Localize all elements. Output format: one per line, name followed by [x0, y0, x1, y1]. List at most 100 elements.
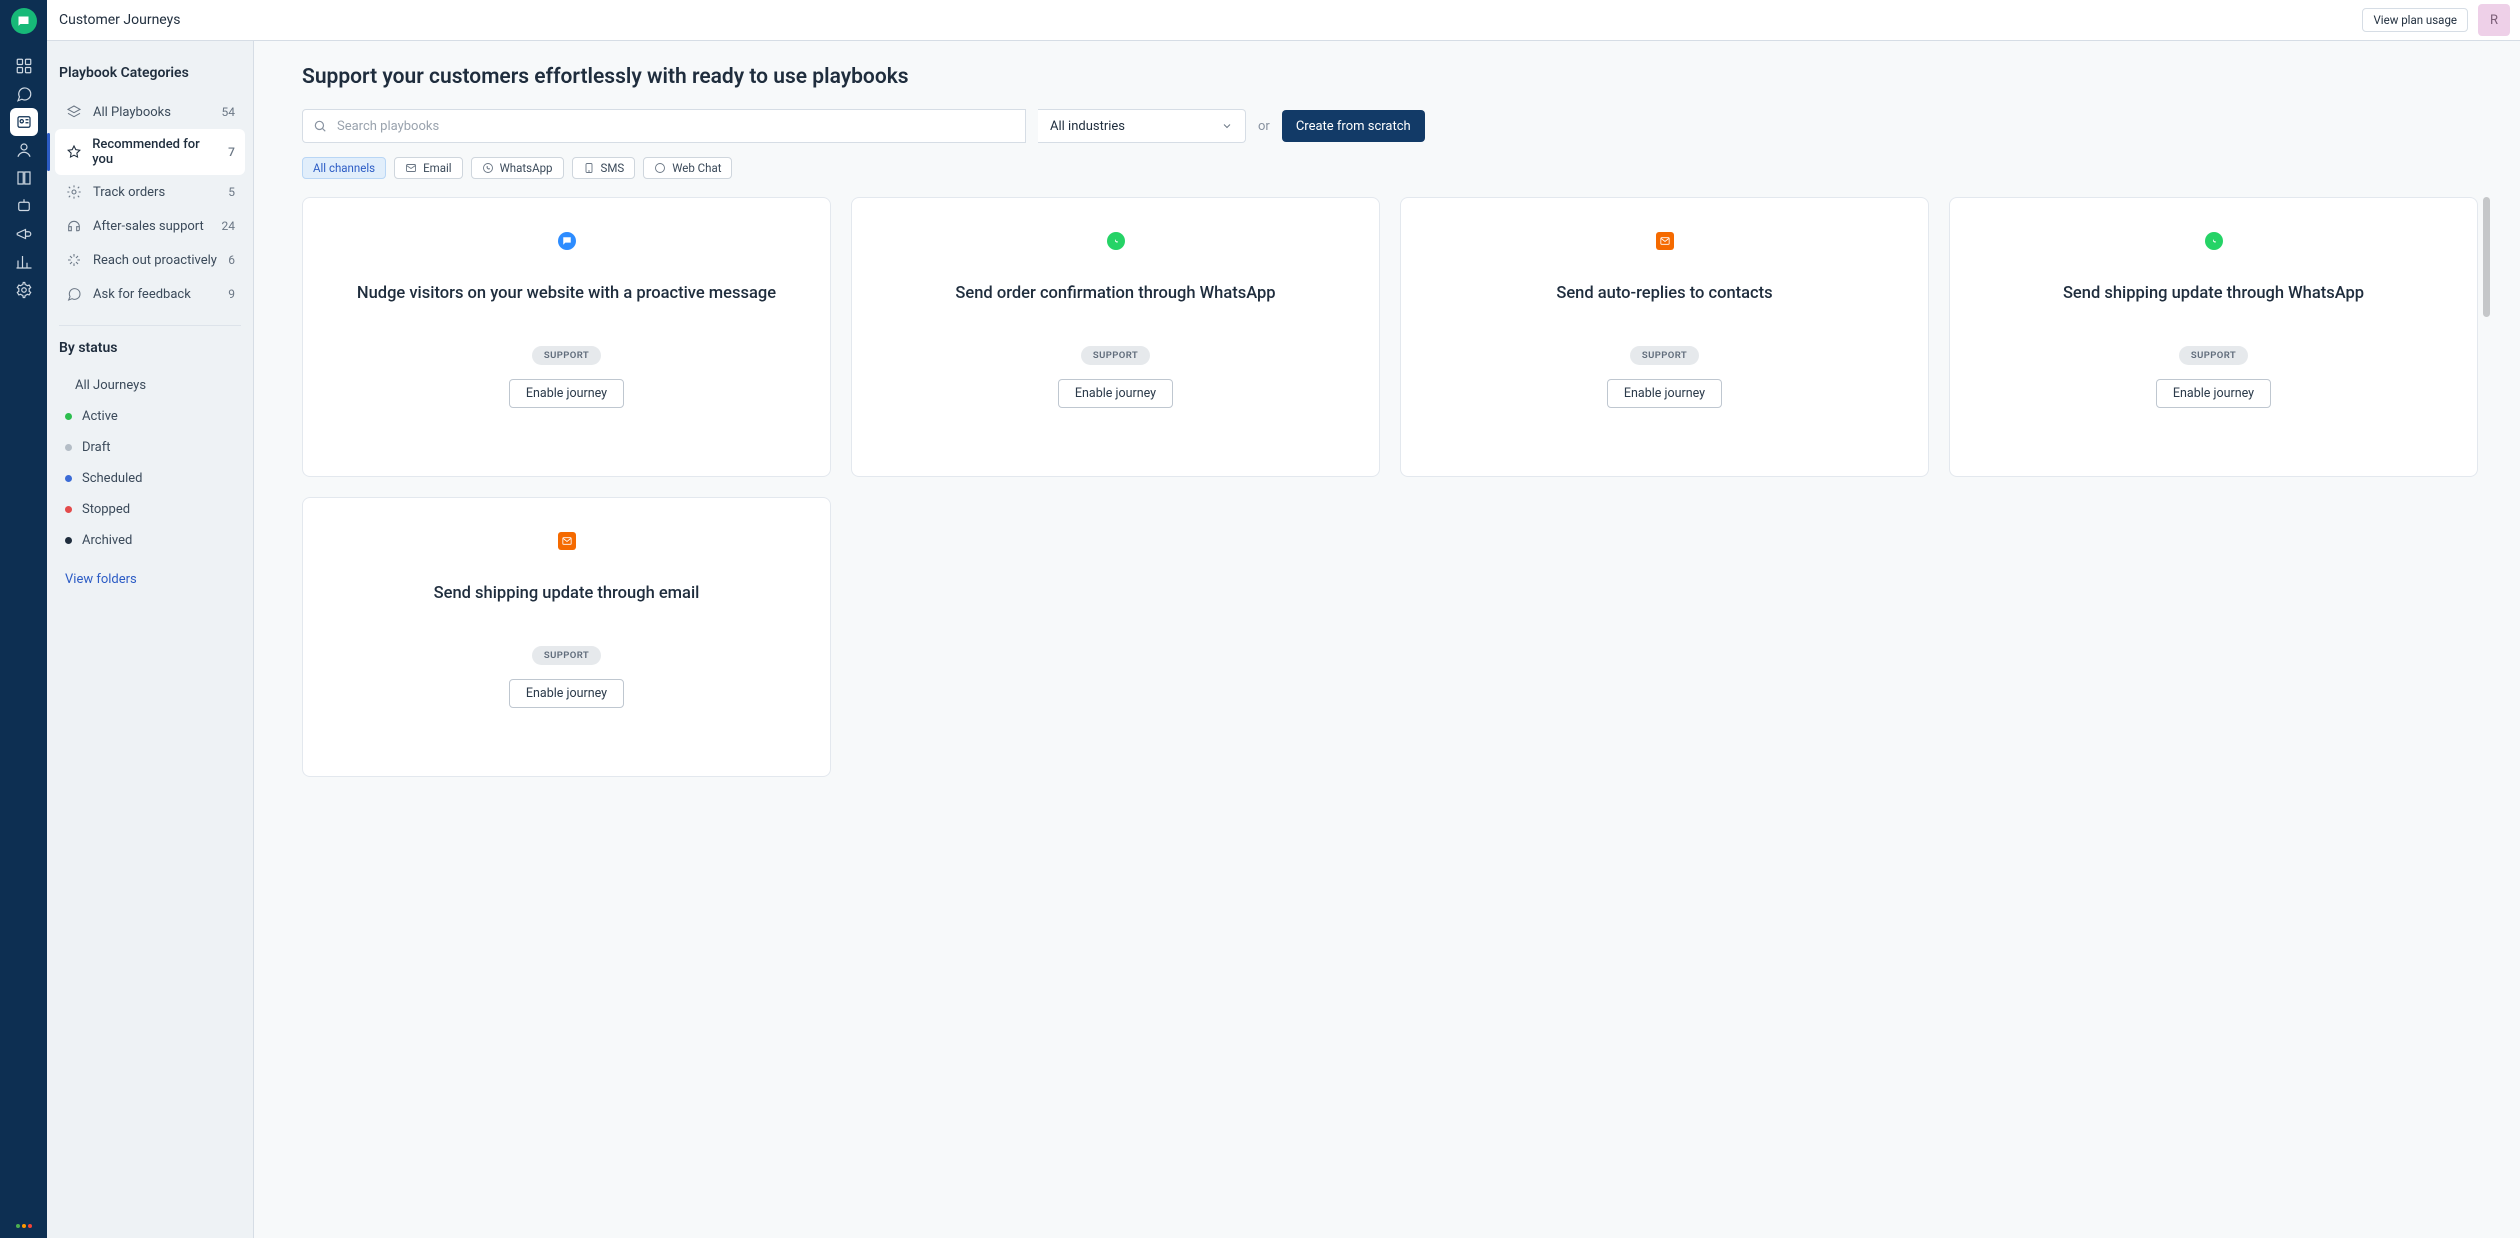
chat-icon	[65, 285, 83, 303]
playbook-card-title: Send shipping update through email	[434, 570, 700, 618]
view-plan-usage-button[interactable]: View plan usage	[2362, 8, 2468, 32]
sidebar-category-ask-for-feedback[interactable]: Ask for feedback9	[55, 277, 245, 311]
sidebar-status-label: Archived	[82, 533, 132, 548]
stack-icon	[65, 103, 83, 121]
chevron-down-icon	[1221, 120, 1233, 132]
campaigns-icon[interactable]	[10, 220, 38, 248]
channel-chip-all-channels[interactable]: All channels	[302, 157, 386, 179]
status-dot-icon	[65, 537, 72, 544]
channel-chip-label: Web Chat	[672, 161, 721, 175]
chat-icon	[558, 232, 576, 250]
email-icon	[558, 532, 576, 550]
channel-chip-label: Email	[423, 161, 451, 175]
sidebar-status-label: Active	[82, 409, 118, 424]
channel-chip-web-chat[interactable]: Web Chat	[643, 157, 732, 179]
status-dot-icon	[65, 444, 72, 451]
sidebar-status-label: Stopped	[82, 502, 130, 517]
book-icon[interactable]	[10, 164, 38, 192]
sidebar-status-all-journeys[interactable]: All Journeys	[55, 370, 245, 401]
avatar[interactable]: R	[2478, 4, 2510, 36]
enable-journey-button[interactable]: Enable journey	[1058, 379, 1173, 408]
sidebar-status-archived[interactable]: Archived	[55, 525, 245, 556]
playbook-card-title: Send shipping update through WhatsApp	[2063, 270, 2364, 318]
enable-journey-button[interactable]: Enable journey	[2156, 379, 2271, 408]
contacts-icon[interactable]	[10, 136, 38, 164]
sidebar-status-active[interactable]: Active	[55, 401, 245, 432]
status-dot-icon	[65, 506, 72, 513]
bot-icon[interactable]	[10, 192, 38, 220]
playbook-card-tag: SUPPORT	[1630, 346, 1699, 365]
sidebar-category-track-orders[interactable]: Track orders5	[55, 175, 245, 209]
sidebar-category-label: All Playbooks	[93, 105, 171, 120]
sidebar-category-count: 24	[222, 219, 236, 233]
playbook-card: Send order confirmation through WhatsApp…	[851, 197, 1380, 477]
brand-logo	[11, 8, 37, 34]
sms-icon	[583, 162, 595, 174]
search-input-wrap[interactable]	[302, 109, 1026, 143]
top-bar: Customer Journeys View plan usage R	[47, 0, 2520, 41]
sidebar-status-scheduled[interactable]: Scheduled	[55, 463, 245, 494]
channel-chip-label: All channels	[313, 161, 375, 175]
sidebar-status-stopped[interactable]: Stopped	[55, 494, 245, 525]
playbook-card: Nudge visitors on your website with a pr…	[302, 197, 831, 477]
headset-icon	[65, 217, 83, 235]
enable-journey-button[interactable]: Enable journey	[509, 679, 624, 708]
playbook-card-tag: SUPPORT	[2179, 346, 2248, 365]
playbook-card-tag: SUPPORT	[532, 346, 601, 365]
channel-chip-label: SMS	[601, 161, 625, 175]
conversations-icon[interactable]	[10, 80, 38, 108]
gear-icon	[65, 183, 83, 201]
sidebar-category-reach-out-proactively[interactable]: Reach out proactively 6	[55, 243, 245, 277]
journeys-icon[interactable]	[10, 108, 38, 136]
sidebar-category-label: Track orders	[93, 185, 165, 200]
sidebar-status-label: All Journeys	[75, 378, 146, 393]
playbook-card-tag: SUPPORT	[532, 646, 601, 665]
playbook-card-title: Send auto-replies to contacts	[1556, 270, 1772, 318]
sidebar-category-label: Reach out proactively	[93, 253, 217, 268]
or-label: or	[1258, 119, 1270, 134]
playbook-card-tag: SUPPORT	[1081, 346, 1150, 365]
sidebar-status-draft[interactable]: Draft	[55, 432, 245, 463]
channel-chips: All channels Email WhatsApp SMS Web Chat	[302, 157, 2492, 179]
page-title: Customer Journeys	[59, 12, 181, 28]
sidebar-category-all-playbooks[interactable]: All Playbooks 54	[55, 95, 245, 129]
channel-chip-sms[interactable]: SMS	[572, 157, 636, 179]
playbook-card-title: Nudge visitors on your website with a pr…	[357, 270, 776, 318]
industry-select[interactable]: All industries	[1038, 109, 1246, 143]
playbook-card-title: Send order confirmation through WhatsApp	[955, 270, 1275, 318]
view-folders-link[interactable]: View folders	[65, 572, 137, 587]
sidebar-category-label: After-sales support	[93, 219, 204, 234]
sidebar-category-after-sales-support[interactable]: After-sales support 24	[55, 209, 245, 243]
app-switcher-icon[interactable]	[16, 1224, 32, 1228]
search-input[interactable]	[335, 118, 1015, 135]
sidebar-status-label: Draft	[82, 440, 111, 455]
search-icon	[313, 119, 327, 133]
toolbar: All industries or Create from scratch	[302, 109, 2492, 143]
whatsapp-icon	[482, 162, 494, 174]
sidebar-category-recommended-for-you[interactable]: Recommended for you7	[55, 129, 245, 175]
sidebar-category-count: 54	[222, 105, 236, 119]
settings-icon[interactable]	[10, 276, 38, 304]
playbook-card: Send shipping update through WhatsApp SUP…	[1949, 197, 2478, 477]
left-nav	[0, 0, 47, 1238]
whatsapp-icon	[2205, 232, 2223, 250]
channel-chip-email[interactable]: Email	[394, 157, 462, 179]
status-heading: By status	[59, 340, 241, 356]
whatsapp-icon	[1107, 232, 1125, 250]
webchat-icon	[654, 162, 666, 174]
dashboard-icon[interactable]	[10, 52, 38, 80]
star-icon	[65, 143, 82, 161]
enable-journey-button[interactable]: Enable journey	[1607, 379, 1722, 408]
create-from-scratch-button[interactable]: Create from scratch	[1282, 110, 1425, 142]
channel-chip-whatsapp[interactable]: WhatsApp	[471, 157, 564, 179]
sidebar-category-count: 6	[228, 253, 235, 267]
sidebar-status-label: Scheduled	[82, 471, 142, 486]
industry-select-label: All industries	[1050, 119, 1125, 134]
reports-icon[interactable]	[10, 248, 38, 276]
enable-journey-button[interactable]: Enable journey	[509, 379, 624, 408]
sidebar: Playbook Categories All Playbooks54Recom…	[47, 41, 254, 1238]
sidebar-category-count: 9	[228, 287, 235, 301]
scrollbar-thumb[interactable]	[2483, 197, 2490, 317]
main-heading: Support your customers effortlessly with…	[302, 65, 2492, 89]
sidebar-category-label: Recommended for you	[92, 137, 218, 167]
